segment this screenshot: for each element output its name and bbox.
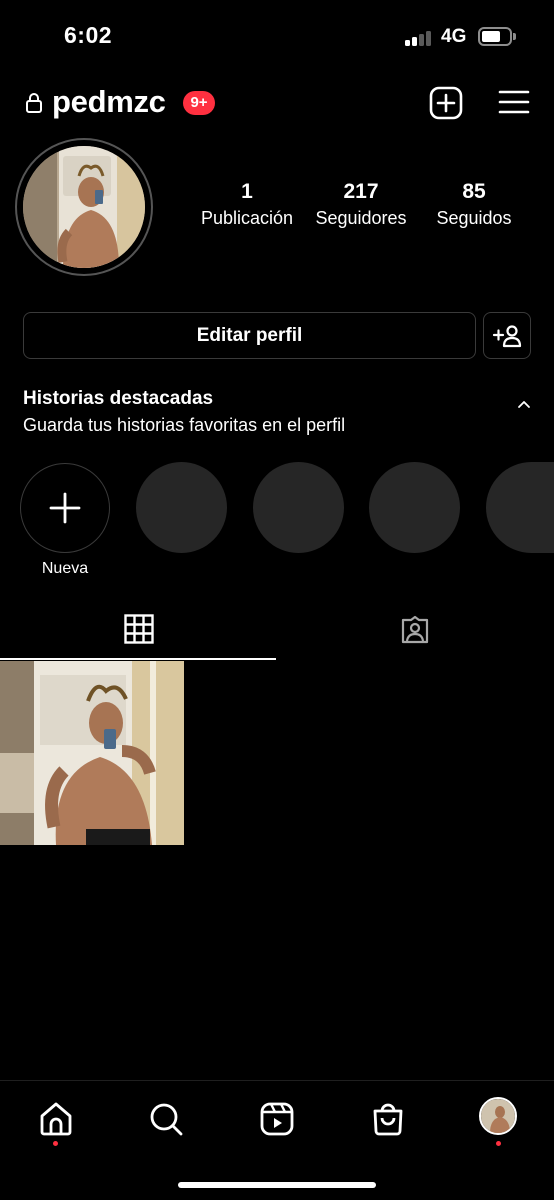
status-time: 6:02 <box>64 22 113 48</box>
stat-followers[interactable]: 217 Seguidores <box>306 180 416 229</box>
highlight-placeholder <box>253 462 344 553</box>
stat-following[interactable]: 85 Seguidos <box>426 180 522 229</box>
signal-icon <box>405 30 433 46</box>
lock-icon <box>26 93 42 113</box>
username[interactable]: pedmzc <box>52 84 166 120</box>
stat-following-label: Seguidos <box>436 208 512 228</box>
highlight-placeholder <box>136 462 227 553</box>
add-person-icon <box>492 324 522 347</box>
menu-icon[interactable] <box>497 87 531 117</box>
home-indicator <box>178 1182 376 1188</box>
home-notification-dot <box>53 1141 58 1146</box>
edit-profile-button[interactable]: Editar perfil <box>23 312 476 359</box>
search-icon[interactable] <box>146 1099 186 1139</box>
stat-followers-label: Seguidores <box>315 208 407 228</box>
highlight-placeholder <box>486 462 554 553</box>
stat-following-value: 85 <box>462 180 486 203</box>
avatar[interactable] <box>23 146 145 268</box>
status-bar: 6:02 4G <box>0 0 554 72</box>
chevron-up-icon[interactable] <box>516 397 532 411</box>
stat-posts-label: Publicación <box>200 208 294 228</box>
home-icon[interactable] <box>36 1099 76 1139</box>
stat-posts-value: 1 <box>241 180 253 203</box>
profile-stats: 1 Publicación 217 Seguidores 85 Seguidos <box>186 180 531 236</box>
highlights-subtitle: Guarda tus historias favoritas en el per… <box>23 415 346 435</box>
profile-header: pedmzc 9+ <box>0 80 554 128</box>
highlights-title: Historias destacadas <box>23 388 214 409</box>
post-thumbnail[interactable] <box>0 661 184 845</box>
reels-icon[interactable] <box>257 1099 297 1139</box>
new-highlight-label: Nueva <box>41 560 89 577</box>
discover-people-button[interactable] <box>483 312 531 359</box>
profile-notification-dot <box>496 1141 501 1146</box>
add-post-icon[interactable] <box>429 86 463 120</box>
tagged-icon <box>401 615 429 644</box>
profile-avatar[interactable] <box>479 1097 517 1135</box>
shop-icon[interactable] <box>368 1099 408 1139</box>
battery-tip <box>513 33 516 40</box>
new-highlight-button[interactable] <box>20 463 110 553</box>
tab-posts-grid[interactable] <box>0 600 276 660</box>
stat-followers-value: 217 <box>343 180 379 203</box>
tab-tagged[interactable] <box>277 600 554 660</box>
battery-icon <box>478 27 512 46</box>
highlight-placeholder <box>369 462 460 553</box>
plus-icon <box>49 492 81 524</box>
notification-badge[interactable]: 9+ <box>183 91 215 115</box>
network-type: 4G <box>441 26 467 47</box>
stat-posts[interactable]: 1 Publicación <box>186 180 308 229</box>
grid-icon <box>124 614 154 644</box>
